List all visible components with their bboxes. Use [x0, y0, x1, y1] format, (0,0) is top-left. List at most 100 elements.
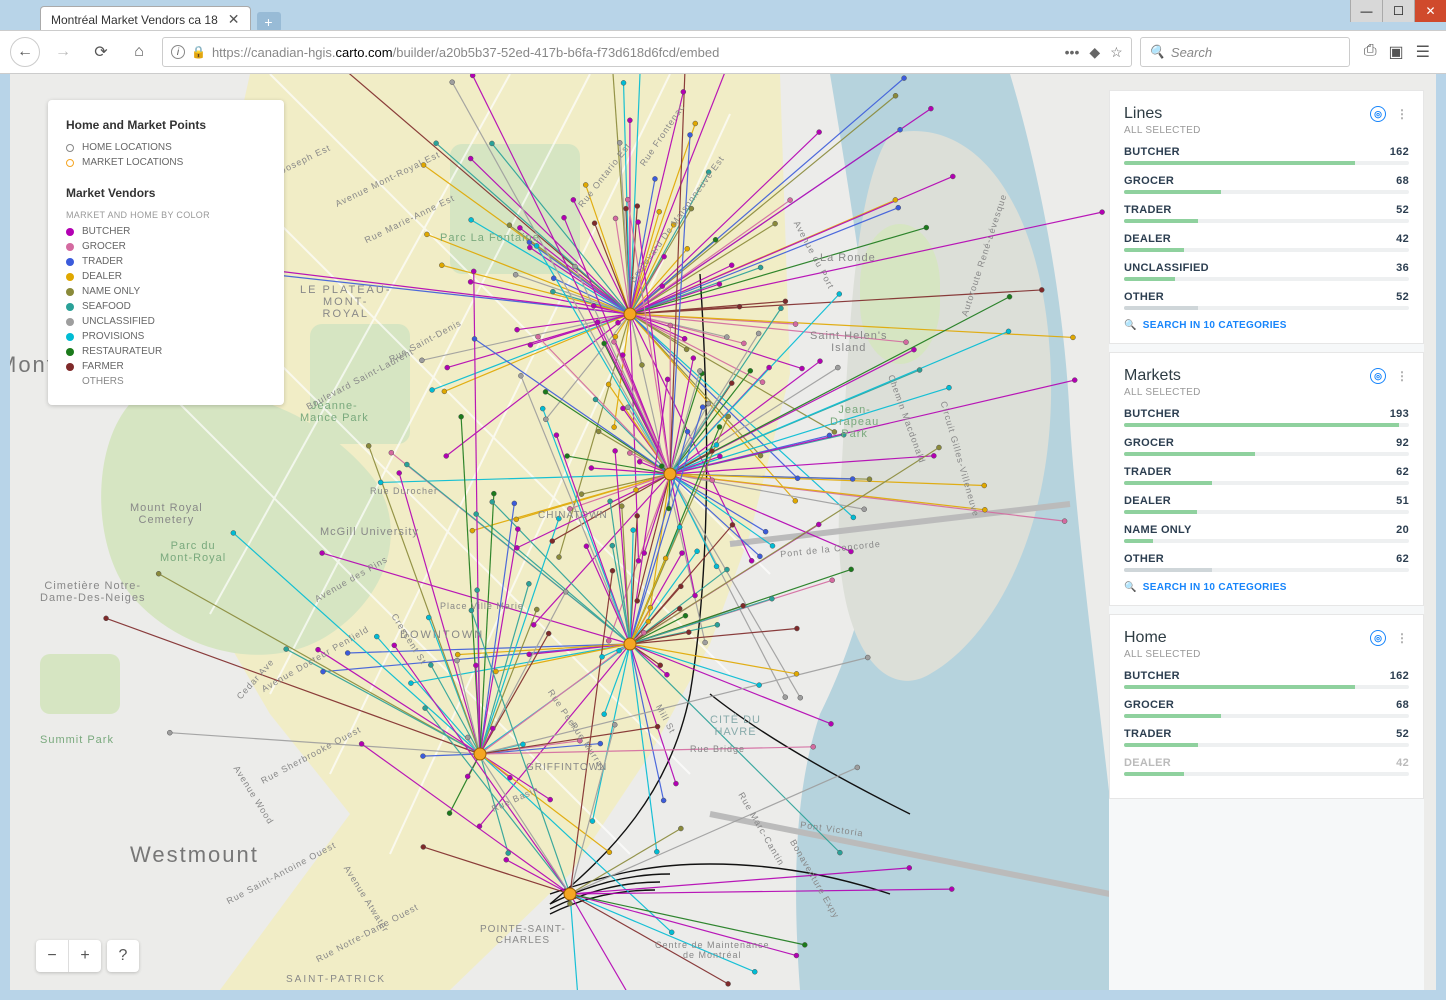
tab-close-icon[interactable]: ✕	[228, 11, 240, 28]
legend-item-label: SEAFOOD	[82, 301, 131, 312]
legend-item-label: NAME ONLY	[82, 286, 140, 297]
category-value: 52	[1396, 204, 1409, 216]
legend-item-label: UNCLASSIFIED	[82, 316, 155, 327]
widget-target-icon[interactable]: ◎	[1370, 368, 1386, 384]
widgets-panel[interactable]: Lines ◎ ⋮ ALL SELECTED BUTCHER162 GROCER…	[1109, 90, 1424, 990]
legend-item-label: GROCER	[82, 241, 126, 252]
category-row[interactable]: TRADER52	[1124, 728, 1409, 747]
tab-title: Montréal Market Vendors ca 18	[51, 13, 218, 27]
window-close-button[interactable]: ✕	[1414, 0, 1446, 22]
search-icon: 🔍	[1124, 320, 1137, 331]
legend-dot-8	[66, 348, 74, 356]
legend-dot-3	[66, 273, 74, 281]
category-row[interactable]: DEALER42	[1124, 233, 1409, 252]
category-value: 92	[1396, 437, 1409, 449]
legend-others: OTHERS	[82, 376, 124, 387]
zoom-out-button[interactable]: −	[36, 940, 68, 972]
forward-button[interactable]: →	[48, 37, 78, 67]
category-row[interactable]: NAME ONLY20	[1124, 524, 1409, 543]
category-label: TRADER	[1124, 466, 1172, 478]
legend-subtitle: MARKET AND HOME BY COLOR	[66, 210, 266, 220]
legend-item-label: BUTCHER	[82, 226, 130, 237]
legend-home-dot	[66, 144, 74, 152]
legend-dot-9	[66, 363, 74, 371]
category-row[interactable]: GROCER 92	[1124, 437, 1409, 456]
widget-home: Home ◎ ⋮ ALL SELECTED BUTCHER162 GROCER6…	[1109, 614, 1424, 799]
legend-item-label: FARMER	[82, 361, 124, 372]
widget-menu-icon[interactable]: ⋮	[1396, 107, 1409, 121]
category-row[interactable]: OTHER 62	[1124, 553, 1409, 572]
category-row[interactable]: BUTCHER162	[1124, 146, 1409, 165]
browser-nav-bar: ← → ⟳ ⌂ i 🔒 https://canadian-hgis.carto.…	[0, 30, 1446, 74]
category-label: UNCLASSIFIED	[1124, 262, 1209, 274]
widget-subtitle: ALL SELECTED	[1124, 649, 1409, 660]
category-label: TRADER	[1124, 204, 1172, 216]
search-icon: 🔍	[1124, 582, 1137, 593]
category-label: GROCER	[1124, 437, 1174, 449]
category-label: OTHER	[1124, 553, 1164, 565]
sidebar-icon[interactable]: ▣	[1389, 42, 1404, 62]
widget-subtitle: ALL SELECTED	[1124, 125, 1409, 136]
legend-dot-4	[66, 288, 74, 296]
legend-dot-7	[66, 333, 74, 341]
menu-icon[interactable]: ☰	[1416, 42, 1430, 62]
back-button[interactable]: ←	[10, 37, 40, 67]
category-label: DEALER	[1124, 495, 1171, 507]
category-row[interactable]: BUTCHER162	[1124, 670, 1409, 689]
category-label: DEALER	[1124, 757, 1171, 769]
widget-title: Lines	[1124, 105, 1162, 123]
category-row[interactable]: TRADER62	[1124, 466, 1409, 485]
category-row[interactable]: GROCER68	[1124, 175, 1409, 194]
search-icon: 🔍	[1149, 44, 1165, 60]
pocket-icon[interactable]: ◆	[1089, 44, 1100, 61]
window-maximize-button[interactable]: ☐	[1382, 0, 1414, 22]
category-label: GROCER	[1124, 175, 1174, 187]
window-minimize-button[interactable]: —	[1350, 0, 1382, 22]
category-value: 62	[1396, 553, 1409, 565]
search-placeholder: Search	[1171, 45, 1212, 60]
browser-tab[interactable]: Montréal Market Vendors ca 18 ✕	[40, 6, 251, 32]
category-row[interactable]: UNCLASSIFIED 36	[1124, 262, 1409, 281]
legend-dot-5	[66, 303, 74, 311]
browser-search-input[interactable]: 🔍 Search	[1140, 37, 1350, 67]
category-value: 20	[1396, 524, 1409, 536]
category-row[interactable]: DEALER42	[1124, 757, 1409, 776]
reload-button[interactable]: ⟳	[86, 37, 116, 67]
widget-lines: Lines ◎ ⋮ ALL SELECTED BUTCHER162 GROCER…	[1109, 90, 1424, 344]
search-categories-link[interactable]: 🔍SEARCH IN 10 CATEGORIES	[1124, 582, 1409, 593]
category-row[interactable]: TRADER 52	[1124, 204, 1409, 223]
legend-market-label: MARKET LOCATIONS	[82, 157, 183, 168]
url-text: https://canadian-hgis.carto.com/builder/…	[212, 45, 719, 60]
help-button[interactable]: ?	[107, 940, 139, 972]
legend-section1-title: Home and Market Points	[66, 118, 266, 132]
widget-menu-icon[interactable]: ⋮	[1396, 631, 1409, 645]
map-legend: Home and Market Points HOME LOCATIONS MA…	[48, 100, 284, 405]
category-row[interactable]: BUTCHER193	[1124, 408, 1409, 427]
zoom-in-button[interactable]: +	[69, 940, 101, 972]
widget-target-icon[interactable]: ◎	[1370, 630, 1386, 646]
info-icon[interactable]: i	[171, 45, 185, 59]
legend-item-label: PROVISIONS	[82, 331, 144, 342]
category-row[interactable]: DEALER51	[1124, 495, 1409, 514]
category-row[interactable]: GROCER68	[1124, 699, 1409, 718]
widget-menu-icon[interactable]: ⋮	[1396, 369, 1409, 383]
new-tab-button[interactable]: +	[257, 12, 281, 32]
legend-item-label: DEALER	[82, 271, 122, 282]
home-button[interactable]: ⌂	[124, 37, 154, 67]
library-icon[interactable]: ⎙	[1364, 42, 1377, 62]
category-value: 162	[1390, 670, 1409, 682]
more-icon[interactable]: •••	[1065, 44, 1080, 61]
bookmark-icon[interactable]: ☆	[1110, 44, 1123, 61]
search-categories-link[interactable]: 🔍SEARCH IN 10 CATEGORIES	[1124, 320, 1409, 331]
legend-section2-title: Market Vendors	[66, 186, 266, 200]
legend-item-label: RESTAURATEUR	[82, 346, 162, 357]
category-value: 68	[1396, 699, 1409, 711]
url-bar[interactable]: i 🔒 https://canadian-hgis.carto.com/buil…	[162, 37, 1132, 67]
category-value: 42	[1396, 233, 1409, 245]
category-row[interactable]: OTHER52	[1124, 291, 1409, 310]
category-value: 193	[1390, 408, 1409, 420]
widget-target-icon[interactable]: ◎	[1370, 106, 1386, 122]
category-label: BUTCHER	[1124, 146, 1180, 158]
category-value: 36	[1396, 262, 1409, 274]
legend-dot-6	[66, 318, 74, 326]
